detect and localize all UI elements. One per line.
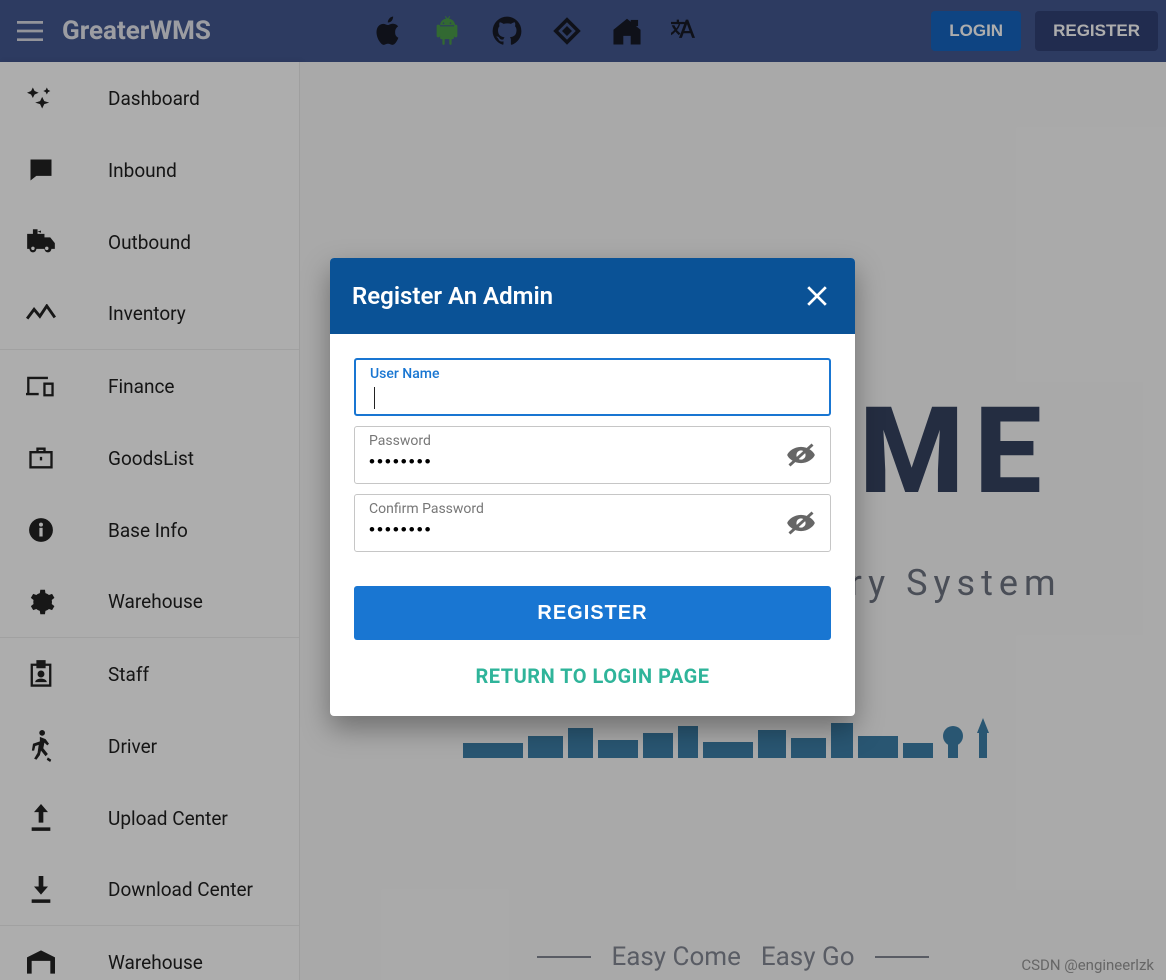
watermark-text: CSDN @engineerlzk — [1021, 956, 1154, 974]
close-icon — [806, 285, 828, 307]
username-field[interactable]: User Name — [354, 358, 831, 416]
dialog-body: User Name Password Confirm Password REGI… — [330, 334, 855, 716]
confirm-password-label: Confirm Password — [369, 501, 816, 517]
register-submit-button[interactable]: REGISTER — [354, 586, 831, 640]
confirm-password-field[interactable]: Confirm Password — [354, 494, 831, 552]
close-button[interactable] — [801, 280, 833, 312]
dialog-title: Register An Admin — [352, 282, 553, 310]
password-input[interactable] — [369, 449, 816, 475]
dialog-header: Register An Admin — [330, 258, 855, 334]
register-dialog: Register An Admin User Name Password Con… — [330, 258, 855, 716]
visibility-off-icon[interactable] — [786, 510, 816, 536]
text-caret — [374, 387, 375, 409]
password-field[interactable]: Password — [354, 426, 831, 484]
password-label: Password — [369, 433, 816, 449]
username-input[interactable] — [370, 382, 815, 408]
username-label: User Name — [370, 366, 815, 382]
confirm-password-input[interactable] — [369, 517, 816, 543]
return-login-link[interactable]: RETURN TO LOGIN PAGE — [354, 640, 831, 708]
visibility-off-icon[interactable] — [786, 442, 816, 468]
